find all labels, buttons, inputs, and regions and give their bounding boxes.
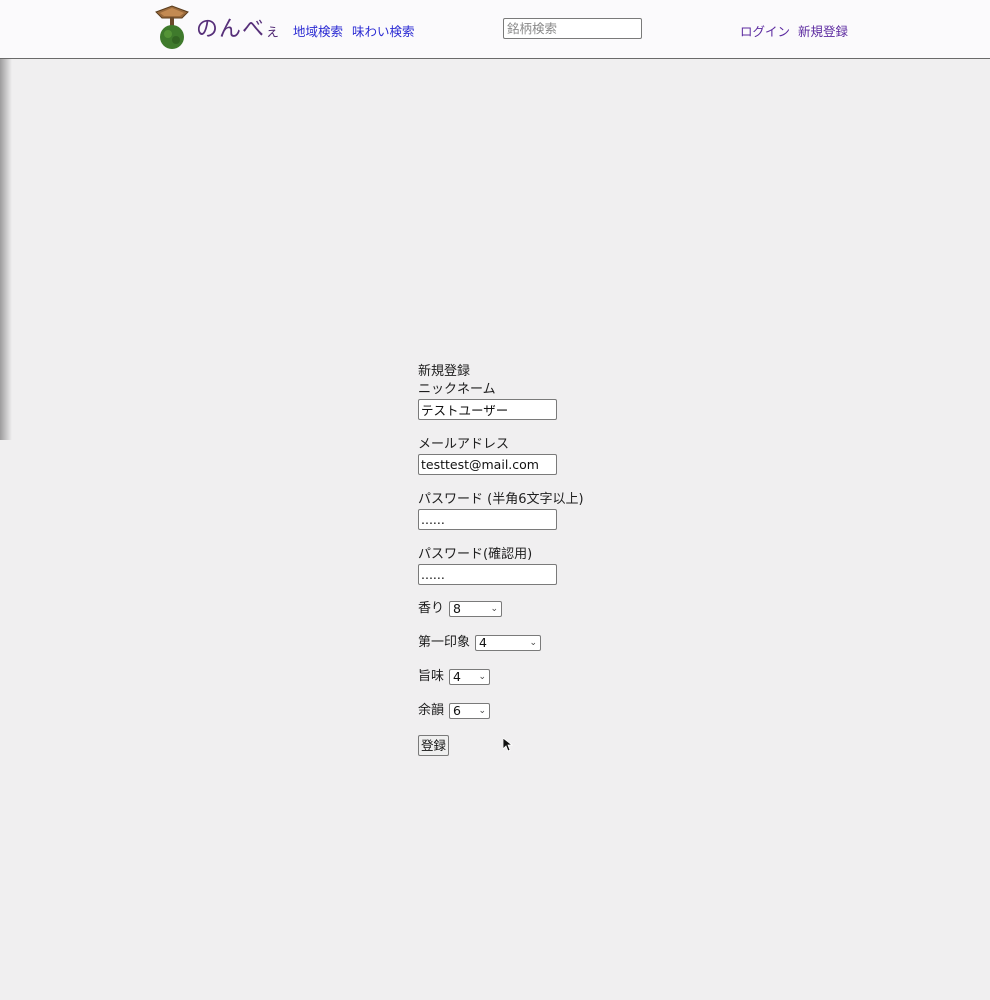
- finish-select[interactable]: 6 ⌄: [449, 703, 491, 719]
- aroma-selected-value: 8: [453, 601, 461, 616]
- finish-row: 余韻 6 ⌄: [418, 701, 638, 721]
- password-field[interactable]: [418, 509, 557, 530]
- site-logo[interactable]: のんべぇ: [152, 4, 281, 50]
- umami-label: 旨味: [418, 669, 445, 684]
- aroma-select[interactable]: 8 ⌄: [449, 601, 503, 617]
- nav-region-search[interactable]: 地域検索: [293, 24, 343, 39]
- chevron-down-icon: ⌄: [478, 672, 487, 682]
- register-button[interactable]: 登録: [418, 735, 450, 756]
- chevron-down-icon: ⌄: [529, 638, 538, 648]
- first-impression-label: 第一印象: [418, 635, 471, 650]
- email-label: メールアドレス: [418, 437, 510, 452]
- first-impression-selected-value: 4: [479, 635, 487, 650]
- site-header: のんべぇ 地域検索 味わい検索 ログイン 新規登録: [0, 0, 990, 59]
- email-field[interactable]: [418, 454, 557, 475]
- finish-label: 余韻: [418, 703, 445, 718]
- login-link[interactable]: ログイン: [740, 24, 790, 39]
- first-impression-row: 第一印象 4 ⌄: [418, 633, 638, 653]
- chevron-down-icon: ⌄: [478, 706, 487, 716]
- password-confirm-label: パスワード(確認用): [418, 547, 533, 562]
- password-confirm-field[interactable]: [418, 564, 557, 585]
- aroma-row: 香り 8 ⌄: [418, 599, 638, 619]
- auth-links: ログイン 新規登録: [740, 21, 852, 40]
- header-nav: 地域検索 味わい検索: [293, 21, 420, 40]
- umami-select[interactable]: 4 ⌄: [449, 669, 491, 685]
- password-label: パスワード (半角6文字以上): [418, 492, 584, 507]
- form-title: 新規登録: [418, 364, 471, 379]
- sake-logo-icon: [155, 5, 189, 49]
- signup-form: 新規登録 ニックネーム メールアドレス パスワード (半角6文字以上) パスワー…: [418, 363, 638, 756]
- nickname-field[interactable]: [418, 399, 557, 420]
- brand-name: のんべぇ: [196, 17, 282, 42]
- signup-link[interactable]: 新規登録: [798, 24, 848, 39]
- first-impression-select[interactable]: 4 ⌄: [475, 635, 542, 651]
- finish-selected-value: 6: [453, 703, 461, 718]
- nav-taste-search[interactable]: 味わい検索: [352, 24, 415, 39]
- umami-row: 旨味 4 ⌄: [418, 667, 638, 687]
- nickname-label: ニックネーム: [418, 382, 496, 397]
- window-edge-shadow: [0, 0, 12, 440]
- mouse-pointer-icon: [503, 738, 513, 752]
- umami-selected-value: 4: [453, 669, 461, 684]
- aroma-label: 香り: [418, 601, 445, 616]
- brand-search-input[interactable]: [503, 18, 642, 39]
- chevron-down-icon: ⌄: [490, 604, 499, 614]
